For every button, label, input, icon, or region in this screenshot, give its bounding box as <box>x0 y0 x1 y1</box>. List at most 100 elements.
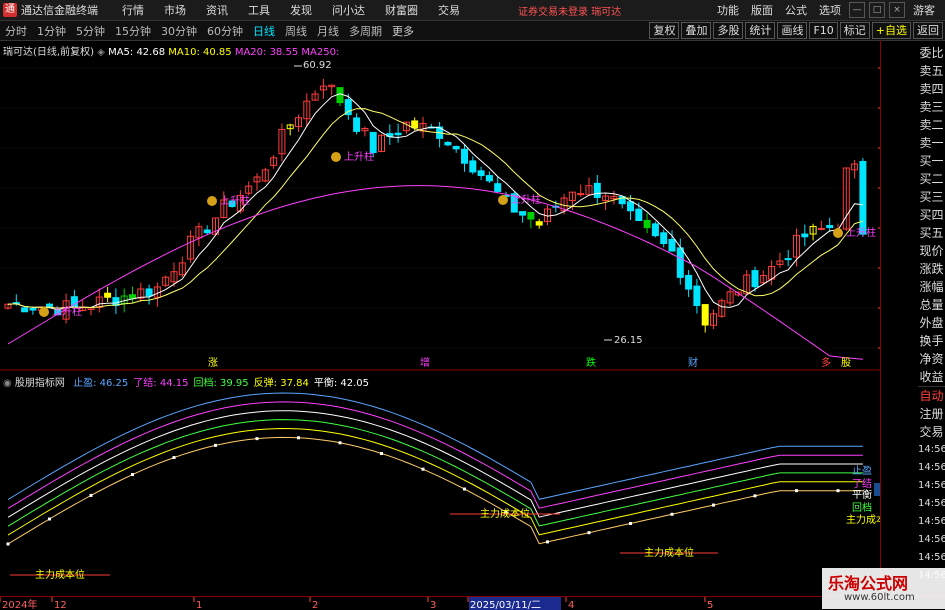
tool-button[interactable]: 多股 <box>713 22 743 39</box>
sidebar-label[interactable]: 卖五 <box>918 62 945 80</box>
period-tab[interactable]: 分时 <box>0 23 32 39</box>
app-logo: 通 <box>3 3 17 17</box>
candle-body <box>827 226 833 228</box>
menu-item[interactable]: 行情 <box>122 4 144 17</box>
menu-item[interactable]: 资讯 <box>206 4 228 17</box>
tool-button[interactable]: 返回 <box>913 22 943 39</box>
candle-body <box>785 259 791 260</box>
candle-body <box>818 228 824 229</box>
period-tab[interactable]: 15分钟 <box>110 23 156 39</box>
sidebar-label[interactable]: 净资 <box>918 350 945 368</box>
menu-options[interactable]: 选项 <box>819 2 841 18</box>
sidebar-label[interactable]: 买四 <box>918 206 945 224</box>
period-tab[interactable]: 周线 <box>280 23 312 39</box>
cost-dot <box>7 542 10 545</box>
period-tab[interactable]: 30分钟 <box>156 23 202 39</box>
candle-body <box>702 305 708 325</box>
cost-level-label: 主力成本位 <box>35 568 85 581</box>
period-tab[interactable]: 月线 <box>312 23 344 39</box>
candle-body <box>652 224 658 236</box>
sidebar-label[interactable]: 卖三 <box>918 98 945 116</box>
candle-body <box>594 183 600 197</box>
tool-button[interactable]: 画线 <box>777 22 807 39</box>
sidebar-label[interactable]: 涨幅 <box>918 278 945 296</box>
maximize-button[interactable]: □ <box>869 2 885 18</box>
sidebar-label[interactable]: 外盘 <box>918 314 945 332</box>
period-tab[interactable]: 5分钟 <box>71 23 110 39</box>
tool-button[interactable]: +自选 <box>872 22 911 39</box>
sidebar-label[interactable]: 现价 <box>918 242 945 260</box>
menu-item[interactable]: 市场 <box>164 4 186 17</box>
sidebar-label[interactable]: 买二 <box>918 170 945 188</box>
cost-dot <box>380 452 383 455</box>
sidebar-label[interactable]: 卖四 <box>918 80 945 98</box>
sidebar-action[interactable]: 交易 <box>918 423 945 441</box>
tool-button[interactable]: 叠加 <box>681 22 711 39</box>
candle-body <box>486 176 492 181</box>
sidebar-label[interactable]: 买三 <box>918 188 945 206</box>
candle-body <box>694 286 700 305</box>
minimize-button[interactable]: — <box>849 2 865 18</box>
sidebar-label[interactable]: 换手 <box>918 332 945 350</box>
sidebar-label[interactable]: 涨跌 <box>918 260 945 278</box>
sidebar-label[interactable]: 总量 <box>918 296 945 314</box>
event-mark: 涨 <box>208 357 218 369</box>
menu-item[interactable]: 交易 <box>438 4 460 17</box>
band-label: 了结 <box>852 477 872 490</box>
sidebar-label[interactable]: 委比 <box>918 44 945 62</box>
signal-coin-icon <box>207 196 217 206</box>
candle-body <box>445 142 451 144</box>
trade-time: 14:56 <box>918 477 945 495</box>
tool-button[interactable]: F10 <box>809 22 837 39</box>
menu-layout[interactable]: 版面 <box>751 2 773 18</box>
right-menu: 功能 版面 公式 选项 — □ × 游客 <box>711 2 941 18</box>
period-tab[interactable]: 多周期 <box>344 23 387 39</box>
sidebar-action[interactable]: 注册 <box>918 405 945 423</box>
sidebar-label[interactable]: 收益 <box>918 368 945 386</box>
sidebar-action[interactable]: 自动 <box>918 386 945 405</box>
candle-body <box>661 233 667 244</box>
menu-item[interactable]: 发现 <box>290 4 312 17</box>
candle-body <box>860 161 866 234</box>
period-tab[interactable]: 日线 <box>248 23 280 39</box>
tool-button[interactable]: 复权 <box>649 22 679 39</box>
tool-button[interactable]: 统计 <box>745 22 775 39</box>
sidebar-label[interactable]: 买五 <box>918 224 945 242</box>
candle-body <box>337 88 343 103</box>
candle-body <box>677 248 683 277</box>
tool-button[interactable]: 标记 <box>840 22 870 39</box>
cost-dot <box>422 468 425 471</box>
candle-body <box>22 308 28 312</box>
ma10-line <box>8 109 863 309</box>
sidebar-label[interactable]: 买一 <box>918 152 945 170</box>
menu-item[interactable]: 工具 <box>248 4 270 17</box>
candle-body <box>520 212 526 215</box>
candles <box>5 79 866 333</box>
cost-level-label: 主力成本位 <box>644 546 694 559</box>
cost-dot <box>131 473 134 476</box>
ma10-value: MA10: 40.85 <box>168 47 231 58</box>
menu-formula[interactable]: 公式 <box>785 2 807 18</box>
axis-separator <box>880 40 881 596</box>
close-button[interactable]: × <box>889 2 905 18</box>
menu-item[interactable]: 财富圈 <box>385 4 418 17</box>
candle-body <box>628 202 634 211</box>
period-tab[interactable]: 60分钟 <box>202 23 248 39</box>
kline-chart[interactable]: 60.0055.0050.0045.0040.0035.0030.0025.00… <box>0 40 880 596</box>
guest-user[interactable]: 游客 <box>913 2 935 18</box>
period-tab[interactable]: 更多 <box>387 23 419 39</box>
trade-time: 14:56 <box>918 459 945 477</box>
sidebar-label[interactable]: 卖二 <box>918 116 945 134</box>
period-tab[interactable]: 1分钟 <box>32 23 71 39</box>
menu-item[interactable]: 问小达 <box>332 4 365 17</box>
candle-body <box>453 147 459 149</box>
sidebar-label[interactable]: 卖一 <box>918 134 945 152</box>
cost-dot <box>546 540 549 543</box>
cost-dot <box>629 522 632 525</box>
indicator-value: 回档: 39.95 <box>193 378 248 389</box>
candle-body <box>412 121 418 128</box>
settings-icon[interactable]: ◈ <box>97 47 105 58</box>
indicator-value: 反弹: 37.84 <box>254 378 309 389</box>
candle-body <box>669 239 675 251</box>
menu-function[interactable]: 功能 <box>717 2 739 18</box>
